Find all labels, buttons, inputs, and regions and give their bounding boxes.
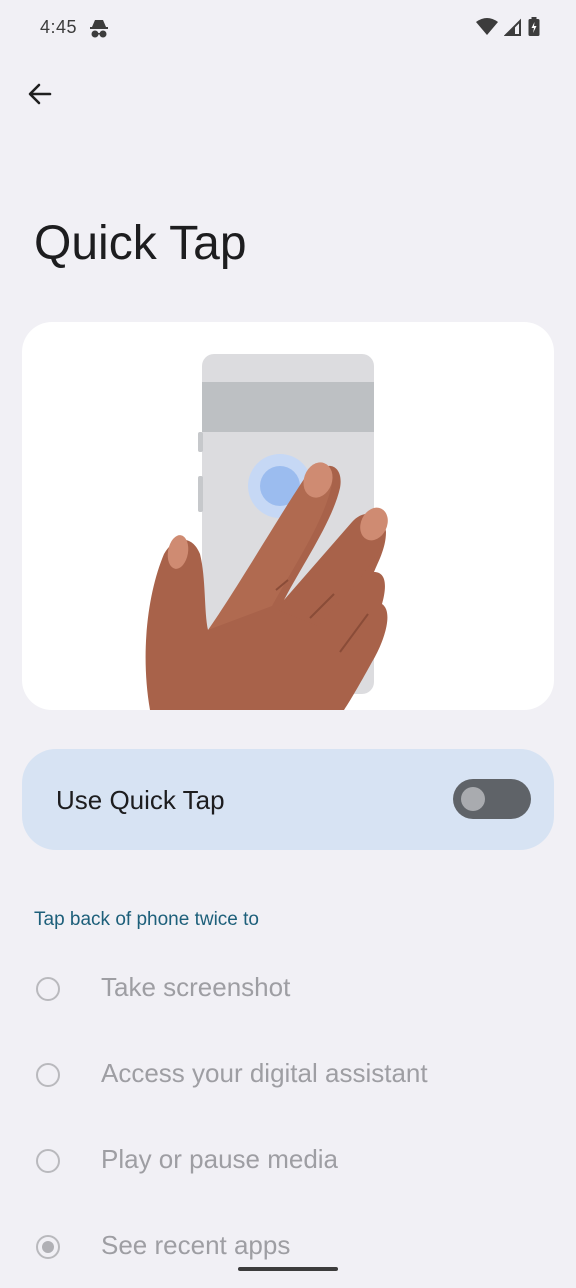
incognito-icon [88, 17, 110, 39]
status-time: 4:45 [40, 17, 78, 37]
wifi-icon [476, 17, 498, 42]
use-quick-tap-label: Use Quick Tap [56, 785, 225, 815]
option-label: See recent apps [101, 1230, 291, 1260]
back-button[interactable] [22, 78, 58, 114]
signal-icon [503, 17, 522, 42]
gesture-nav-handle[interactable] [238, 1267, 338, 1271]
option-digital-assistant[interactable]: Access your digital assistant [0, 1036, 576, 1116]
status-bar: 4:45 [0, 0, 576, 58]
option-label: Access your digital assistant [101, 1058, 428, 1088]
use-quick-tap-switch[interactable] [453, 779, 531, 819]
radio-button-selected[interactable] [36, 1235, 60, 1259]
radio-button[interactable] [36, 977, 60, 1001]
page-title: Quick Tap [34, 217, 247, 270]
battery-icon [528, 17, 540, 42]
option-take-screenshot[interactable]: Take screenshot [0, 950, 576, 1030]
radio-button[interactable] [36, 1149, 60, 1173]
status-icons [476, 17, 540, 42]
switch-knob [461, 787, 485, 811]
option-label: Play or pause media [101, 1144, 339, 1174]
hand-tapping-phone-illustration [145, 354, 388, 710]
illustration-card [22, 322, 554, 710]
arrow-back-icon [27, 81, 53, 112]
radio-button[interactable] [36, 1063, 60, 1087]
option-see-recent-apps[interactable]: See recent apps [0, 1208, 576, 1288]
option-play-pause-media[interactable]: Play or pause media [0, 1122, 576, 1202]
section-header: Tap back of phone twice to [34, 909, 259, 930]
use-quick-tap-toggle-row[interactable]: Use Quick Tap [22, 749, 554, 850]
option-label: Take screenshot [101, 972, 291, 1002]
